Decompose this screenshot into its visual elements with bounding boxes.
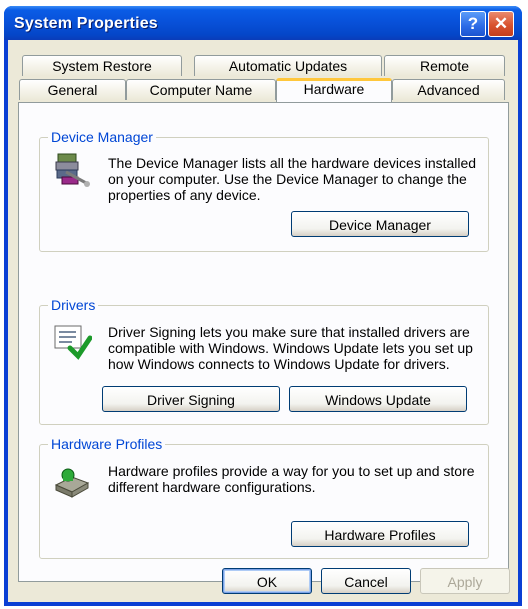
tab-remote[interactable]: Remote bbox=[384, 55, 505, 76]
description-line: compatible with Windows. Windows Update … bbox=[108, 340, 473, 356]
drivers-description: Driver Signing lets you make sure that i… bbox=[108, 324, 473, 372]
device-manager-legend: Device Manager bbox=[48, 129, 156, 145]
tab-general[interactable]: General bbox=[19, 79, 126, 100]
device-manager-description: The Device Manager lists all the hardwar… bbox=[108, 155, 476, 203]
close-button[interactable]: ✕ bbox=[488, 11, 514, 37]
device-manager-button[interactable]: Device Manager bbox=[291, 211, 469, 237]
hardware-tab-panel: Device Manager The Device Manager lists … bbox=[18, 102, 509, 582]
device-manager-icon bbox=[55, 153, 90, 187]
system-properties-window: System Properties ? ✕ System Restore Aut… bbox=[4, 6, 522, 606]
description-line: different hardware configurations. bbox=[108, 479, 316, 495]
dialog-client-area: System Restore Automatic Updates Remote … bbox=[8, 40, 518, 602]
description-line: how Windows connects to Windows Update f… bbox=[108, 356, 450, 372]
cancel-button[interactable]: Cancel bbox=[321, 568, 411, 594]
help-button[interactable]: ? bbox=[460, 11, 486, 37]
tab-hardware[interactable]: Hardware bbox=[276, 78, 392, 102]
tab-system-restore[interactable]: System Restore bbox=[22, 55, 182, 76]
driver-signing-icon bbox=[54, 325, 92, 360]
tab-advanced[interactable]: Advanced bbox=[392, 79, 505, 100]
hardware-profiles-description: Hardware profiles provide a way for you … bbox=[108, 463, 475, 495]
description-line: on your computer. Use the Device Manager… bbox=[108, 171, 467, 187]
hardware-profiles-icon bbox=[54, 468, 90, 498]
hardware-profiles-legend: Hardware Profiles bbox=[48, 436, 166, 452]
hardware-profiles-button[interactable]: Hardware Profiles bbox=[291, 521, 469, 547]
drivers-group: Drivers Driver Signing lets you make sur… bbox=[39, 297, 489, 425]
window-title: System Properties bbox=[14, 15, 158, 32]
hardware-profiles-group: Hardware Profiles Hardware profiles prov… bbox=[39, 436, 489, 559]
drivers-legend: Drivers bbox=[48, 297, 99, 313]
description-line: The Device Manager lists all the hardwar… bbox=[108, 155, 477, 171]
ok-button[interactable]: OK bbox=[222, 568, 312, 594]
description-line: properties of any device. bbox=[108, 187, 261, 203]
windows-update-button[interactable]: Windows Update bbox=[289, 386, 467, 412]
driver-signing-button[interactable]: Driver Signing bbox=[102, 386, 280, 412]
device-manager-group: Device Manager The Device Manager lists … bbox=[39, 129, 489, 252]
apply-button[interactable]: Apply bbox=[420, 568, 510, 594]
tab-automatic-updates[interactable]: Automatic Updates bbox=[194, 55, 382, 76]
title-bar[interactable]: System Properties ? ✕ bbox=[4, 6, 522, 40]
tab-computer-name[interactable]: Computer Name bbox=[126, 79, 276, 100]
description-line: Driver Signing lets you make sure that i… bbox=[108, 324, 470, 340]
description-line: Hardware profiles provide a way for you … bbox=[108, 463, 475, 479]
